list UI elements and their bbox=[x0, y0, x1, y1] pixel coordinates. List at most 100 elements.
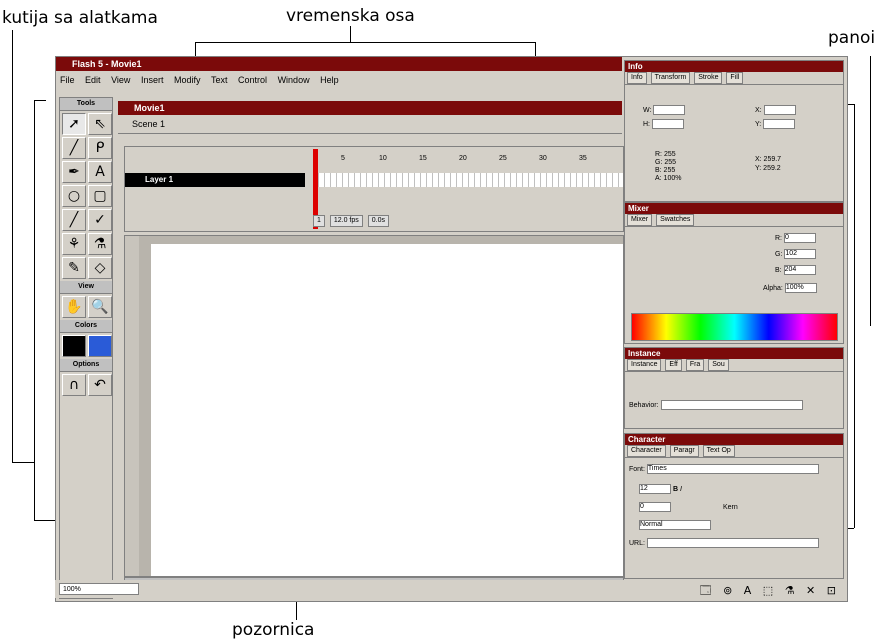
magnet-icon[interactable]: ∩ bbox=[62, 374, 86, 396]
a-readout: A: 100% bbox=[655, 175, 682, 182]
menu-view[interactable]: View bbox=[111, 75, 130, 85]
tab-paragraph[interactable]: Paragr bbox=[669, 445, 699, 457]
b-input[interactable]: 204 bbox=[783, 265, 816, 275]
g-label: G: bbox=[775, 250, 783, 258]
character-panel-title: Character bbox=[625, 434, 843, 445]
smooth-icon[interactable]: ↶ bbox=[88, 374, 112, 396]
toolbox: Tools ➚ ⇖ ╱ ᑭ ✒ A ○ ▢ ╱ ✓ ⚘ ⚗ ✎ ◇ View ✋… bbox=[59, 97, 113, 599]
text-tool-icon[interactable]: A bbox=[88, 161, 112, 183]
hand-tool-icon[interactable]: ✋ bbox=[62, 296, 86, 318]
zoom-select[interactable]: 100% bbox=[59, 583, 139, 595]
scene-label[interactable]: Scene 1 bbox=[118, 115, 622, 134]
r-row: R: 0 bbox=[775, 233, 816, 243]
pencil-tool-icon[interactable]: ╱ bbox=[62, 209, 86, 231]
lasso-tool-icon[interactable]: ᑭ bbox=[88, 137, 112, 159]
tab-fill[interactable]: Fill bbox=[726, 72, 744, 84]
r-input[interactable]: 0 bbox=[783, 233, 816, 243]
character-tabs: Character Paragr Text Op bbox=[625, 445, 843, 458]
font-label: Font: bbox=[629, 465, 645, 473]
tab-stroke[interactable]: Stroke bbox=[694, 72, 723, 84]
tab-character[interactable]: Character bbox=[627, 445, 666, 457]
tab-frame[interactable]: Fra bbox=[685, 359, 705, 371]
font-size-input[interactable]: 12 bbox=[639, 484, 671, 494]
pointer-line bbox=[12, 30, 13, 462]
tab-transform[interactable]: Transform bbox=[650, 72, 691, 84]
url-row: URL: bbox=[629, 538, 819, 548]
line-tool-icon[interactable]: ╱ bbox=[62, 137, 86, 159]
font-row: Font: Times bbox=[629, 464, 819, 474]
menu-help[interactable]: Help bbox=[320, 75, 339, 85]
tracking-input[interactable]: 0 bbox=[639, 502, 671, 512]
menu-text[interactable]: Text bbox=[211, 75, 228, 85]
menu-edit[interactable]: Edit bbox=[85, 75, 101, 85]
mixer-panel-title: Mixer bbox=[625, 203, 843, 214]
stage[interactable] bbox=[151, 244, 623, 576]
pointer-line bbox=[350, 26, 351, 42]
pen-tool-icon[interactable]: ✒ bbox=[62, 161, 86, 183]
menu-file[interactable]: File bbox=[60, 75, 75, 85]
b-row: B: 204 bbox=[775, 265, 816, 275]
eraser-tool-icon[interactable]: ◇ bbox=[88, 257, 112, 279]
tab-sound[interactable]: Sou bbox=[708, 359, 729, 371]
character-panel: Character Character Paragr Text Op Font:… bbox=[624, 433, 844, 579]
menu-control[interactable]: Control bbox=[238, 75, 267, 85]
ruler-tick: 5 bbox=[341, 155, 345, 162]
kern-checkbox[interactable]: Kern bbox=[723, 504, 738, 511]
g-input[interactable]: 102 bbox=[784, 249, 817, 259]
fill-color-icon[interactable] bbox=[88, 335, 112, 357]
h-field[interactable] bbox=[651, 119, 684, 129]
brush-tool-icon[interactable]: ✓ bbox=[88, 209, 112, 231]
tab-effect[interactable]: Eff bbox=[665, 359, 682, 371]
w-label: W: bbox=[643, 106, 652, 114]
instance-tabs: Instance Eff Fra Sou bbox=[625, 359, 843, 372]
options-header: Options bbox=[60, 359, 112, 372]
annotation-toolbox: kutija sa alatkama bbox=[2, 8, 158, 28]
tab-instance[interactable]: Instance bbox=[627, 359, 662, 371]
menu-modify[interactable]: Modify bbox=[174, 75, 201, 85]
stroke-color-icon[interactable] bbox=[62, 335, 86, 357]
url-input[interactable] bbox=[646, 538, 819, 548]
x-label: X: bbox=[755, 106, 762, 114]
y-field[interactable] bbox=[763, 119, 796, 129]
tab-info[interactable]: Info bbox=[627, 72, 647, 84]
tab-mixer[interactable]: Mixer bbox=[627, 214, 653, 226]
menu-window[interactable]: Window bbox=[278, 75, 310, 85]
w-field[interactable] bbox=[653, 105, 686, 115]
vertical-scrollbar[interactable] bbox=[125, 236, 139, 576]
alpha-input[interactable]: 100% bbox=[784, 283, 817, 293]
tab-text-options[interactable]: Text Op bbox=[702, 445, 735, 457]
subselect-tool-icon[interactable]: ⇖ bbox=[88, 113, 112, 135]
options-grid: ∩ ↶ bbox=[60, 372, 112, 398]
dropper-tool-icon[interactable]: ✎ bbox=[62, 257, 86, 279]
font-select[interactable]: Times bbox=[646, 464, 819, 474]
w-row: W: bbox=[643, 105, 686, 115]
g-row: G: 102 bbox=[775, 249, 817, 259]
pointer-line bbox=[34, 100, 35, 520]
zoom-tool-icon[interactable]: 🔍 bbox=[88, 296, 112, 318]
behavior-label: Behavior: bbox=[629, 401, 659, 409]
layer-row[interactable]: Layer 1 bbox=[125, 173, 305, 187]
behavior-select[interactable] bbox=[660, 400, 803, 410]
pointer-line bbox=[870, 56, 871, 326]
launcher-bar[interactable]: 🗔 ⊚ A ⬚ ⚗ ✕ ⊡ bbox=[700, 582, 840, 601]
annotation-timeline: vremenska osa bbox=[286, 6, 415, 26]
ruler-tick: 10 bbox=[379, 155, 387, 162]
menu-insert[interactable]: Insert bbox=[141, 75, 164, 85]
frame-strip[interactable] bbox=[313, 173, 623, 187]
tool-grid: ➚ ⇖ ╱ ᑭ ✒ A ○ ▢ ╱ ✓ ⚘ ⚗ ✎ ◇ bbox=[60, 111, 112, 281]
stage-area bbox=[124, 235, 624, 577]
x-field[interactable] bbox=[763, 105, 796, 115]
bold-button[interactable]: B bbox=[673, 486, 678, 493]
x-row: X: bbox=[755, 105, 796, 115]
italic-button[interactable]: I bbox=[680, 486, 682, 493]
paint-bucket-tool-icon[interactable]: ⚗ bbox=[88, 233, 112, 255]
oval-tool-icon[interactable]: ○ bbox=[62, 185, 86, 207]
tab-swatches[interactable]: Swatches bbox=[656, 214, 695, 226]
ink-bottle-tool-icon[interactable]: ⚘ bbox=[62, 233, 86, 255]
colors-header: Colors bbox=[60, 320, 112, 333]
color-spectrum[interactable] bbox=[631, 313, 838, 341]
rectangle-tool-icon[interactable]: ▢ bbox=[88, 185, 112, 207]
arrow-tool-icon[interactable]: ➚ bbox=[62, 113, 86, 135]
baseline-select[interactable]: Normal bbox=[639, 520, 711, 530]
instance-panel: Instance Instance Eff Fra Sou Behavior: bbox=[624, 347, 844, 429]
